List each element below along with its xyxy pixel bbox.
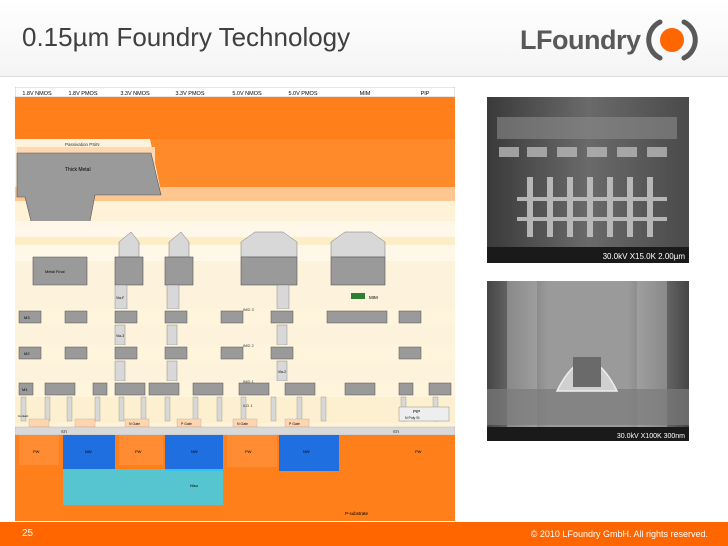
column-header: 1.8V NMOS <box>22 91 52 97</box>
logo-text: LFoundry <box>520 24 641 55</box>
layer-label-passivation-top: Passivation PSiN <box>65 142 100 147</box>
column-header: 1.8V PMOS <box>68 91 97 97</box>
sem-image-interconnect: 30.0kV X15.0K 2.00µm <box>487 97 689 263</box>
company-logo: LFoundry <box>520 18 699 62</box>
layer-label-m1: M1 <box>22 387 28 392</box>
layer-label-via1: Via-2 <box>278 370 286 374</box>
well-label: NW <box>85 449 92 454</box>
column-header: 3.3V PMOS <box>175 91 204 97</box>
sem-scale-label: 30.0kV X100K 300nm <box>617 433 685 440</box>
layer-label-pip: PIP <box>413 409 420 414</box>
layer-label-via-f: Via-F <box>116 296 124 300</box>
layer-label-imd2: IMD 2 <box>243 343 254 348</box>
well-label: PW <box>245 449 252 454</box>
layer-label-thick-metal: Thick Metal <box>65 167 91 173</box>
well-label: PW <box>33 449 40 454</box>
column-header: MIM <box>360 91 371 97</box>
well-label: NW <box>191 449 198 454</box>
column-header: 5.0V PMOS <box>288 91 317 97</box>
layer-label-m3: M3 <box>24 315 30 320</box>
gate-label: P Gate <box>181 422 192 426</box>
slide-title: 0.15µm Foundry Technology <box>22 22 351 52</box>
gate-label: P Gate <box>289 422 300 426</box>
page-number: 25 <box>22 528 34 539</box>
column-header: PIP <box>421 91 430 97</box>
copyright-notice: © 2010 LFoundry GmbH. All rights reserve… <box>530 529 708 539</box>
gate-label: N Gate <box>129 422 140 426</box>
layer-label-via2: Via-3 <box>116 334 124 338</box>
layer-label-sti: STI <box>393 429 399 434</box>
well-label: Nlso <box>190 483 199 488</box>
layer-label-metal-final: Metal Final <box>45 269 65 274</box>
column-header: 3.3V NMOS <box>120 91 150 97</box>
slide-footer: 25 © 2010 LFoundry GmbH. All rights rese… <box>0 522 728 546</box>
logo-mark-icon <box>646 19 699 61</box>
layer-label-imd3: IMD 3 <box>243 307 254 312</box>
layer-label-ild1: ILD 1 <box>243 403 253 408</box>
layer-label-contact: Contact <box>18 414 29 418</box>
gate-label: N Gate <box>237 422 248 426</box>
layer-label-sti: STI <box>61 429 67 434</box>
layer-label-mim: MIM <box>369 295 378 300</box>
well-label: NW <box>303 449 310 454</box>
layer-label-m2: M2 <box>24 351 30 356</box>
well-label: PW <box>135 449 142 454</box>
layer-label-p-substrate: P-substrate <box>345 511 369 516</box>
layer-label-imd1: IMD 1 <box>243 379 254 384</box>
sem-scale-label: 30.0kV X15.0K 2.00µm <box>603 252 686 261</box>
column-header: 5.0V NMOS <box>232 91 262 97</box>
slide: 0.15µm Foundry Technology LFoundry 1.8V … <box>0 0 728 546</box>
slide-header: 0.15µm Foundry Technology LFoundry <box>0 0 728 77</box>
well-label: PW <box>415 449 422 454</box>
sem-image-transistor: 30.0kV X100K 300nm <box>487 281 689 441</box>
process-cross-section-diagram: 1.8V NMOS 1.8V PMOS 3.3V NMOS 3.3V PMOS … <box>15 87 455 521</box>
layer-label-npoly: N Poly Si <box>405 416 420 420</box>
